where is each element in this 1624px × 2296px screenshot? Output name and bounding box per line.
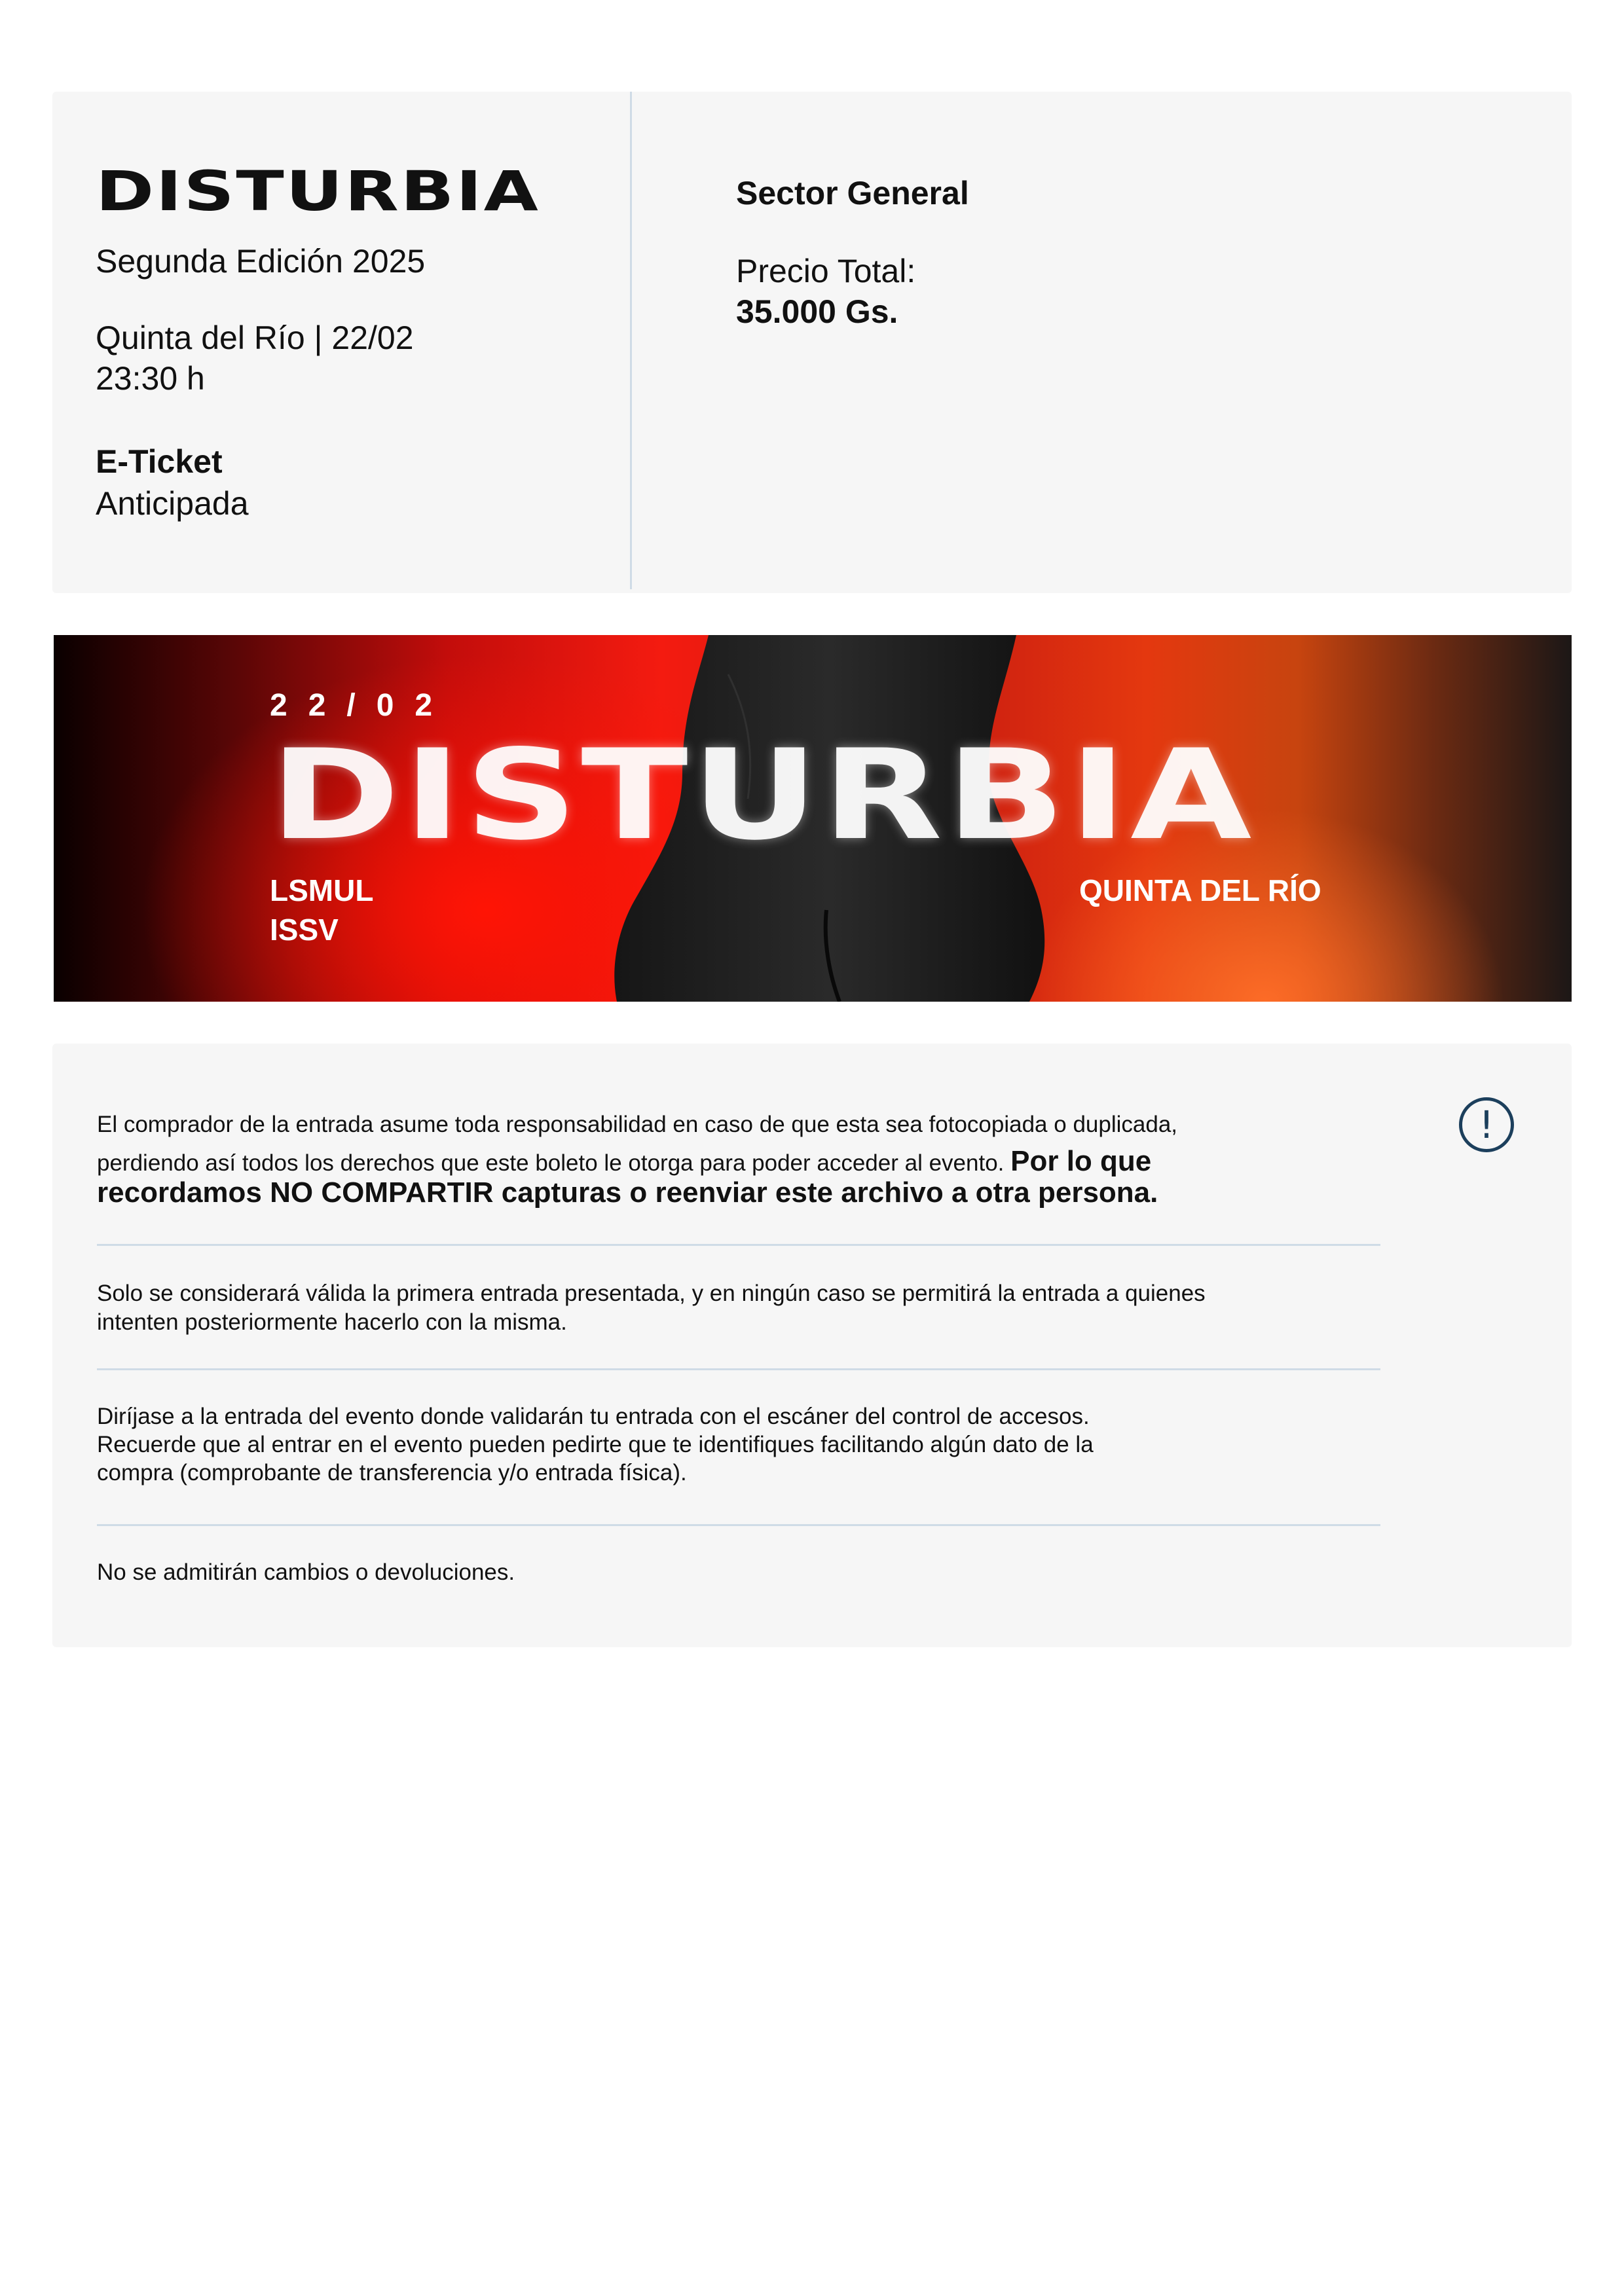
terms-p4: No se admitirán cambios o devoluciones. xyxy=(97,1559,515,1585)
price-value: 35.000 Gs. xyxy=(736,293,898,330)
terms-divider xyxy=(97,1368,1380,1370)
event-edition: Segunda Edición 2025 xyxy=(96,243,426,280)
banner-artist-2: ISSV xyxy=(270,913,339,947)
terms-card: ! El comprador de la entrada asume toda … xyxy=(52,1044,1572,1647)
terms-p2-line2: intenten posteriormente hacerlo con la m… xyxy=(97,1309,567,1335)
banner-title: DISTURBIA xyxy=(270,723,1255,867)
banner-date: 22/02 xyxy=(270,688,454,723)
price-label: Precio Total: xyxy=(736,253,916,289)
terms-p1-bold-1: Por lo que xyxy=(1010,1145,1152,1177)
terms-p1-line1: El comprador de la entrada asume toda re… xyxy=(97,1112,1178,1137)
venue-date: Quinta del Río | 22/02 xyxy=(96,319,414,356)
terms-p3-line2: Recuerde que al entrar en el evento pued… xyxy=(97,1432,1094,1457)
banner-venue: QUINTA DEL RÍO xyxy=(1079,873,1321,907)
terms-p2-line1: Solo se considerará válida la primera en… xyxy=(97,1281,1206,1306)
ticket-summary-card: DISTURBIA Segunda Edición 2025 Quinta de… xyxy=(52,92,1572,593)
terms-divider xyxy=(97,1244,1380,1246)
event-time: 23:30 h xyxy=(96,360,205,397)
ticket-type-value: Anticipada xyxy=(96,485,249,522)
brand-logo: DISTURBIA xyxy=(96,159,540,223)
terms-p1-line2-text: perdiendo así todos los derechos que est… xyxy=(97,1150,1005,1176)
event-banner: 22/02 DISTURBIA LSMUL ISSV QUINTA DEL RÍ… xyxy=(54,635,1572,1002)
terms-p1-bold-2: recordamos NO COMPARTIR capturas o reenv… xyxy=(97,1176,1158,1209)
terms-p3-line3: compra (comprobante de transferencia y/o… xyxy=(97,1460,687,1485)
exclamation-circle-icon: ! xyxy=(1459,1097,1514,1152)
terms-p3-line1: Diríjase a la entrada del evento donde v… xyxy=(97,1404,1090,1429)
ticket-type-label: E-Ticket xyxy=(96,443,223,480)
vertical-divider xyxy=(630,92,632,589)
sector-label: Sector General xyxy=(736,175,969,211)
banner-artist-1: LSMUL xyxy=(270,873,374,907)
terms-divider xyxy=(97,1524,1380,1526)
